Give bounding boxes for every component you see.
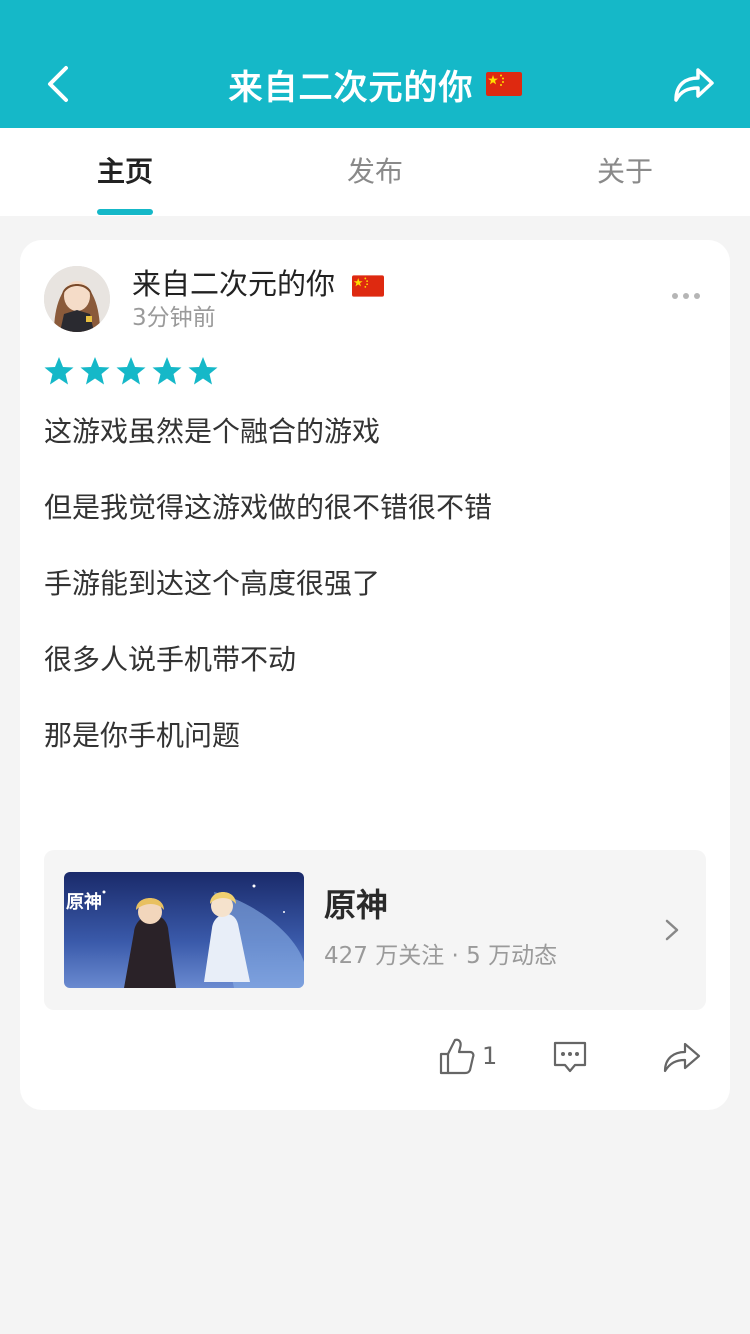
- star-icon: [188, 357, 218, 385]
- post-text-line: 很多人说手机带不动: [44, 643, 297, 676]
- rating-stars: [44, 356, 218, 386]
- share-icon[interactable]: [670, 62, 716, 106]
- like-icon[interactable]: [438, 1036, 476, 1076]
- star-icon: [116, 357, 146, 385]
- like-count: 1: [482, 1042, 498, 1070]
- tab-home[interactable]: 主页: [0, 128, 250, 216]
- post-text-line: 手游能到达这个高度很强了: [44, 567, 381, 600]
- share-post-icon[interactable]: [662, 1040, 702, 1074]
- author-name-text: 来自二次元的你: [132, 267, 336, 301]
- comment-icon[interactable]: [552, 1040, 588, 1074]
- game-title: 原神: [324, 886, 389, 924]
- game-link-card[interactable]: 原神 原神 427 万关注 · 5 万动态: [44, 850, 706, 1010]
- title-area: 来自二次元的你: [0, 56, 750, 112]
- tab-posts[interactable]: 发布: [250, 128, 500, 216]
- star-icon: [80, 357, 110, 385]
- china-flag-icon: [485, 72, 522, 96]
- star-icon: [152, 357, 182, 385]
- svg-text:原神: 原神: [66, 891, 102, 913]
- game-stats: 427 万关注 · 5 万动态: [324, 943, 558, 969]
- star-icon: [44, 357, 74, 385]
- more-options-icon[interactable]: [670, 288, 702, 304]
- avatar[interactable]: [44, 266, 110, 332]
- post-timestamp: 3分钟前: [132, 305, 216, 331]
- post-card: 来自二次元的你 3分钟前 这游戏虽然是个融合的游戏 但是我觉得这游戏做的很不错很…: [20, 240, 730, 1110]
- post-body: 这游戏虽然是个融合的游戏 但是我觉得这游戏做的很不错很不错 手游能到达这个高度很…: [44, 412, 704, 792]
- active-tab-indicator: [97, 209, 153, 215]
- tab-about[interactable]: 关于: [500, 128, 750, 216]
- author-name[interactable]: 来自二次元的你: [132, 264, 385, 304]
- post-text-line: 那是你手机问题: [44, 719, 241, 752]
- china-flag-icon: [352, 275, 385, 297]
- post-text-line: 这游戏虽然是个融合的游戏: [44, 415, 381, 448]
- tab-bar: 主页 发布 关于: [0, 128, 750, 216]
- chevron-right-icon: [665, 919, 679, 941]
- post-text-line: 但是我觉得这游戏做的很不错很不错: [44, 491, 493, 524]
- game-cover-image: 原神: [64, 872, 304, 988]
- page-title: 来自二次元的你: [228, 67, 474, 108]
- post-actions: 1: [20, 1036, 730, 1080]
- top-app-bar: 来自二次元的你: [0, 0, 750, 128]
